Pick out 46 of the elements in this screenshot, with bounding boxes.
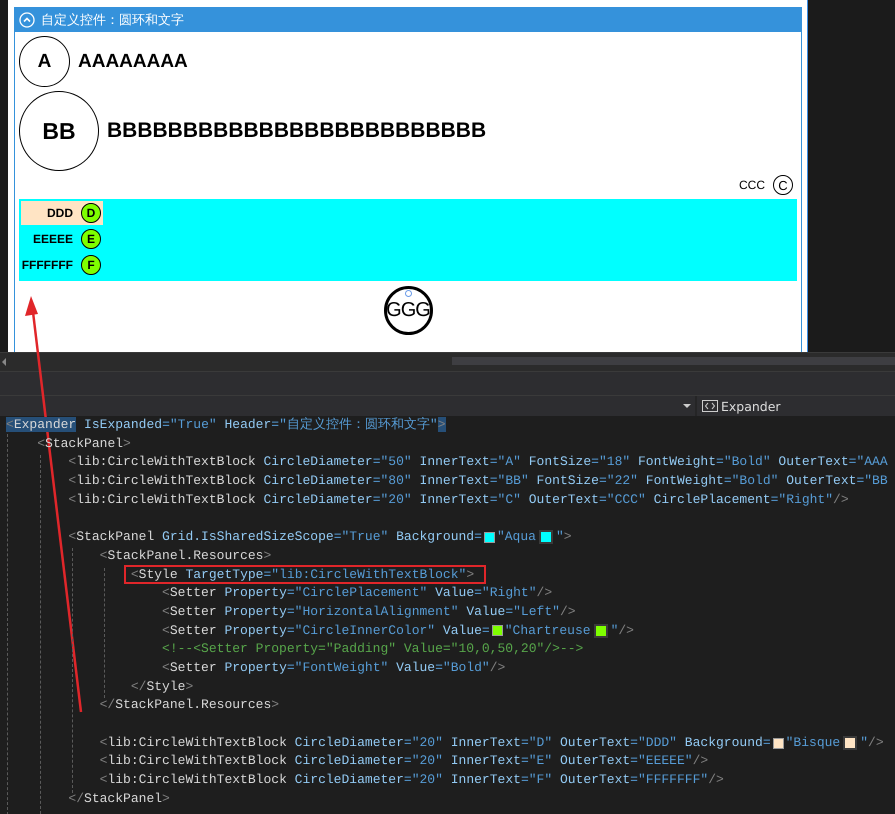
code-text: <Setter Property="FontWeight" Value="Bold"/> bbox=[162, 658, 506, 677]
circle-label: A bbox=[19, 36, 70, 87]
outer-text: FFFFFFF bbox=[21, 258, 73, 272]
code-text: "/> bbox=[860, 734, 884, 752]
code-text: </StackPanel> bbox=[68, 790, 170, 808]
outer-text: DDD bbox=[46, 206, 73, 220]
ring-label: GGG bbox=[384, 286, 432, 335]
color-picker-button[interactable] bbox=[843, 736, 858, 750]
code-text: <Style TargetType="lib:CircleWithTextBlock"> bbox=[130, 567, 474, 582]
code-text: <Setter Property="HorizontalAlignment" Value="Left"/> bbox=[162, 602, 576, 621]
circle-label: BB bbox=[19, 91, 99, 171]
code-text: <lib:CircleWithTextBlock CircleDiameter="20" InnerText="C" OuterText="CCC" CirclePlacement="Right"/> bbox=[68, 490, 849, 509]
code-text: "Aqua bbox=[496, 528, 536, 546]
outer-text: AAAAAAAA bbox=[78, 50, 188, 72]
code-text: </StackPanel.Resources> bbox=[100, 696, 280, 714]
outer-text: EEEEE bbox=[32, 232, 73, 246]
code-text: <lib:CircleWithTextBlock CircleDiameter="20" InnerText="E" OuterText="EEEEE"/> bbox=[100, 752, 708, 770]
code-text: <StackPanel.Resources> bbox=[100, 546, 272, 565]
code-text: "Bisque bbox=[786, 734, 840, 752]
scroll-left-icon[interactable] bbox=[2, 358, 6, 366]
circle-label: C bbox=[773, 175, 793, 195]
code-text: "Chartreuse bbox=[504, 622, 591, 640]
code-text: <Setter Property="CirclePlacement" Value="Right"/> bbox=[162, 584, 552, 602]
circle-label: D bbox=[81, 203, 101, 223]
color-picker-button[interactable] bbox=[594, 624, 608, 638]
caret-icon[interactable] bbox=[683, 404, 691, 408]
code-text: "> bbox=[556, 528, 572, 546]
color-picker-button[interactable] bbox=[538, 530, 553, 544]
outer-text: BBBBBBBBBBBBBBBBBBBBBBBBB bbox=[107, 119, 486, 143]
code-text: <lib:CircleWithTextBlock CircleDiameter="20" InnerText="F" OuterText="FFFFFFF"/> bbox=[100, 771, 724, 790]
code-text: <StackPanel Grid.IsSharedSizeScope="True" Background= bbox=[68, 528, 482, 546]
code-text: </Style> bbox=[130, 678, 194, 696]
circle-label: F bbox=[81, 255, 101, 275]
code-text: <Expander IsExpanded="True" Header="自定义控件：圆环和文字"> bbox=[6, 416, 446, 434]
outer-text: CCC bbox=[739, 178, 765, 192]
expander-title: 自定义控件：圆环和文字 bbox=[41, 11, 184, 29]
element-icon bbox=[702, 400, 718, 412]
handle-icon[interactable] bbox=[405, 290, 412, 297]
code-text: <!--<Setter Property="Padding" Value="10,0,50,20"/>--> bbox=[162, 640, 584, 658]
chevron-up-icon[interactable] bbox=[19, 12, 35, 28]
code-text: <lib:CircleWithTextBlock CircleDiameter="80" InnerText="BB" FontSize="22" FontWeight="Bold" OuterText="BB bbox=[68, 472, 888, 490]
circle-label: E bbox=[81, 229, 101, 249]
code-text: "/> bbox=[610, 622, 634, 640]
code-text: <Setter Property="CircleInnerColor" Value= bbox=[162, 622, 490, 640]
code-text: <lib:CircleWithTextBlock CircleDiameter="20" InnerText="D" OuterText="DDD" Background= bbox=[100, 734, 771, 752]
code-text: <lib:CircleWithTextBlock CircleDiameter="50" InnerText="A" FontSize="18" FontWeight="Bold" OuterText="AAA bbox=[68, 453, 888, 472]
